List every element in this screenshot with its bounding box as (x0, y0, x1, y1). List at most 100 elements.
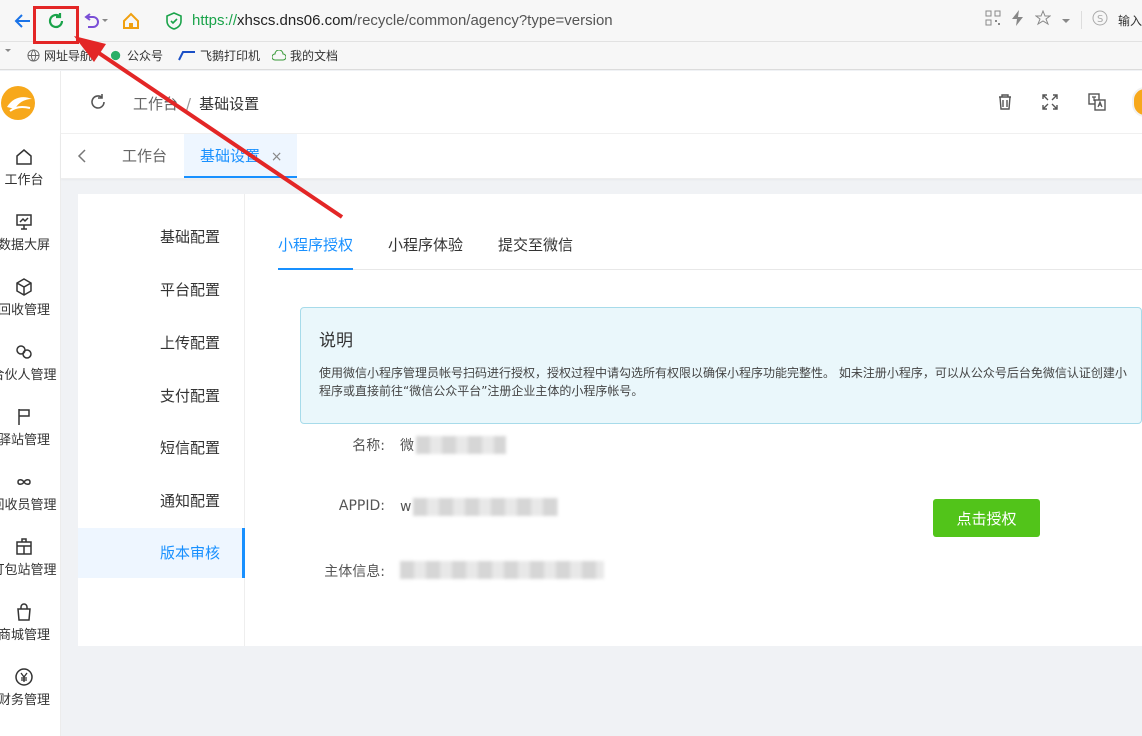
search-engine-icon[interactable]: S (1092, 10, 1108, 30)
dropdown-icon[interactable] (1061, 11, 1071, 30)
field-label-appid: APPID: (338, 498, 385, 514)
breadcrumb-separator: / (186, 95, 192, 113)
svg-text:S: S (1097, 14, 1103, 25)
tab-close-icon[interactable]: × (271, 149, 283, 165)
submenu-notify-config[interactable]: 通知配置 (78, 476, 245, 526)
screen-icon (16, 214, 32, 230)
submenu-version-review[interactable]: 版本审核 (78, 528, 245, 578)
bookmark-docs[interactable]: 我的文档 (272, 47, 338, 64)
bookmarks-bar: 网址导航 公众号 飞鹅打印机 我的文档 (0, 42, 1142, 70)
sidebar-item-label: 数据大屏 (0, 238, 50, 253)
address-bar[interactable]: https://xhscs.dns06.com/recycle/common/a… (192, 12, 613, 29)
url-host: xhscs.dns06.com (237, 12, 353, 29)
sidebar-item-data-screen[interactable]: 数据大屏 (0, 212, 60, 253)
field-value-text: 微 (400, 438, 414, 454)
bookmark-label: 公众号 (127, 49, 164, 63)
submenu-payment-config[interactable]: 支付配置 (78, 371, 245, 421)
flag-icon (18, 409, 30, 425)
bookmarks-chevron-icon[interactable] (4, 47, 12, 55)
search-input-hint[interactable]: 输入 (1118, 12, 1142, 29)
tab-label: 基础设置 (200, 147, 261, 165)
sidebar-item-partner[interactable]: 合伙人管理 (0, 342, 60, 383)
undo-dropdown-icon[interactable] (100, 10, 110, 32)
logo-icon (1, 86, 35, 120)
settings-submenu: 基础配置 平台配置 上传配置 支付配置 短信配置 通知配置 版本审核 (78, 194, 245, 646)
sidebar-item-label: 回收员管理 (0, 498, 57, 513)
home-page-icon[interactable] (120, 10, 142, 32)
sidebar-item-workbench[interactable]: 工作台 (0, 147, 60, 188)
box-icon (16, 278, 32, 296)
url-path: /recycle/common/agency?type=version (352, 12, 613, 29)
qr-icon[interactable] (985, 10, 1001, 30)
app-sidebar: 工作台 数据大屏 回收管理 合伙人管理 驿站管理 回收员管理 打包站管理 商城管… (0, 71, 61, 736)
tab-mini-program-trial[interactable]: 小程序体验 (388, 234, 463, 270)
redacted-value (413, 498, 559, 516)
sidebar-item-finance[interactable]: 财务管理 (0, 667, 60, 708)
breadcrumb-item[interactable]: 工作台 (133, 95, 178, 113)
settings-card: 基础配置 平台配置 上传配置 支付配置 短信配置 通知配置 版本审核 小程序授权… (78, 194, 1142, 646)
divider (1080, 11, 1082, 29)
yen-icon (15, 668, 33, 686)
feie-logo-icon (178, 50, 195, 60)
authorize-button[interactable]: 点击授权 (933, 499, 1040, 537)
notice-text: 使用微信小程序管理员帐号扫码进行授权，授权过程中请勾选所有权限以确保小程序功能完… (319, 366, 1127, 398)
lightning-icon[interactable] (1011, 10, 1025, 30)
sidebar-item-recycle[interactable]: 回收管理 (0, 277, 60, 318)
notice-title: 说明 (319, 331, 353, 351)
tab-submit-wechat[interactable]: 提交至微信 (498, 234, 573, 270)
translate-icon[interactable] (1087, 92, 1107, 112)
cloud-icon (272, 49, 286, 60)
star-icon[interactable] (1034, 9, 1052, 30)
submenu-platform-config[interactable]: 平台配置 (78, 265, 245, 315)
sidebar-item-packing-station[interactable]: 打包站管理 (0, 537, 60, 578)
inner-tabs: 小程序授权 小程序体验 提交至微信 (278, 234, 1142, 270)
sidebar-item-label: 驿站管理 (0, 433, 50, 448)
sidebar-item-label: 商城管理 (0, 628, 50, 643)
notice-box: 说明 使用微信小程序管理员帐号扫码进行授权，授权过程中请勾选所有权限以确保小程序… (300, 307, 1142, 424)
app-header: 工作台 / 基础设置 (61, 71, 1142, 134)
bookmark-label: 网址导航 (44, 49, 93, 63)
back-icon[interactable] (12, 10, 34, 32)
field-value-text: w (400, 499, 412, 515)
tab-workbench[interactable]: 工作台 (122, 134, 167, 178)
bookmark-printer[interactable]: 飞鹅打印机 (178, 47, 260, 64)
browser-toolbar: https://xhscs.dns06.com/recycle/common/a… (0, 0, 1142, 42)
tabs-scroll-left-icon[interactable] (77, 148, 87, 164)
fullscreen-icon[interactable] (1041, 93, 1059, 111)
submenu-sms-config[interactable]: 短信配置 (78, 423, 245, 473)
avatar[interactable] (1132, 87, 1142, 117)
secure-shield-icon (163, 10, 185, 32)
sidebar-item-label: 合伙人管理 (0, 368, 57, 383)
breadcrumb-current: 基础设置 (199, 95, 260, 113)
url-scheme: https:// (192, 12, 238, 29)
annotation-highlight-box (33, 6, 79, 44)
sidebar-item-label: 财务管理 (0, 693, 50, 708)
field-value-appid: w (400, 498, 559, 516)
sidebar-item-mall[interactable]: 商城管理 (0, 602, 60, 643)
field-label-name: 名称: (352, 438, 385, 454)
sidebar-item-label: 工作台 (4, 173, 44, 188)
bookmark-label: 飞鹅打印机 (200, 49, 261, 63)
bookmark-nav[interactable]: 网址导航 (27, 47, 92, 64)
trash-icon[interactable] (996, 93, 1014, 111)
tab-basic-settings[interactable]: 基础设置 × (184, 134, 297, 178)
link-icon (16, 345, 32, 359)
wechat-icon (110, 50, 121, 61)
submenu-basic-config[interactable]: 基础配置 (78, 212, 245, 262)
bookmark-label: 我的文档 (290, 49, 339, 63)
tab-mini-program-auth[interactable]: 小程序授权 (278, 234, 354, 270)
package-icon (16, 538, 32, 555)
redacted-value (416, 436, 506, 454)
refresh-icon[interactable] (89, 93, 107, 111)
bookmark-official-account[interactable]: 公众号 (110, 47, 163, 64)
sidebar-item-collector[interactable]: 回收员管理 (0, 472, 60, 513)
field-label-subject: 主体信息: (324, 564, 385, 580)
undo-icon[interactable] (80, 10, 102, 32)
page-tabs: 工作台 基础设置 × (61, 134, 1142, 179)
field-value-name: 微 (400, 435, 506, 455)
redacted-value (400, 561, 604, 579)
bag-icon (17, 603, 31, 621)
sidebar-item-station[interactable]: 驿站管理 (0, 407, 60, 448)
breadcrumb: 工作台 / 基础设置 (133, 93, 259, 114)
submenu-upload-config[interactable]: 上传配置 (78, 318, 245, 368)
